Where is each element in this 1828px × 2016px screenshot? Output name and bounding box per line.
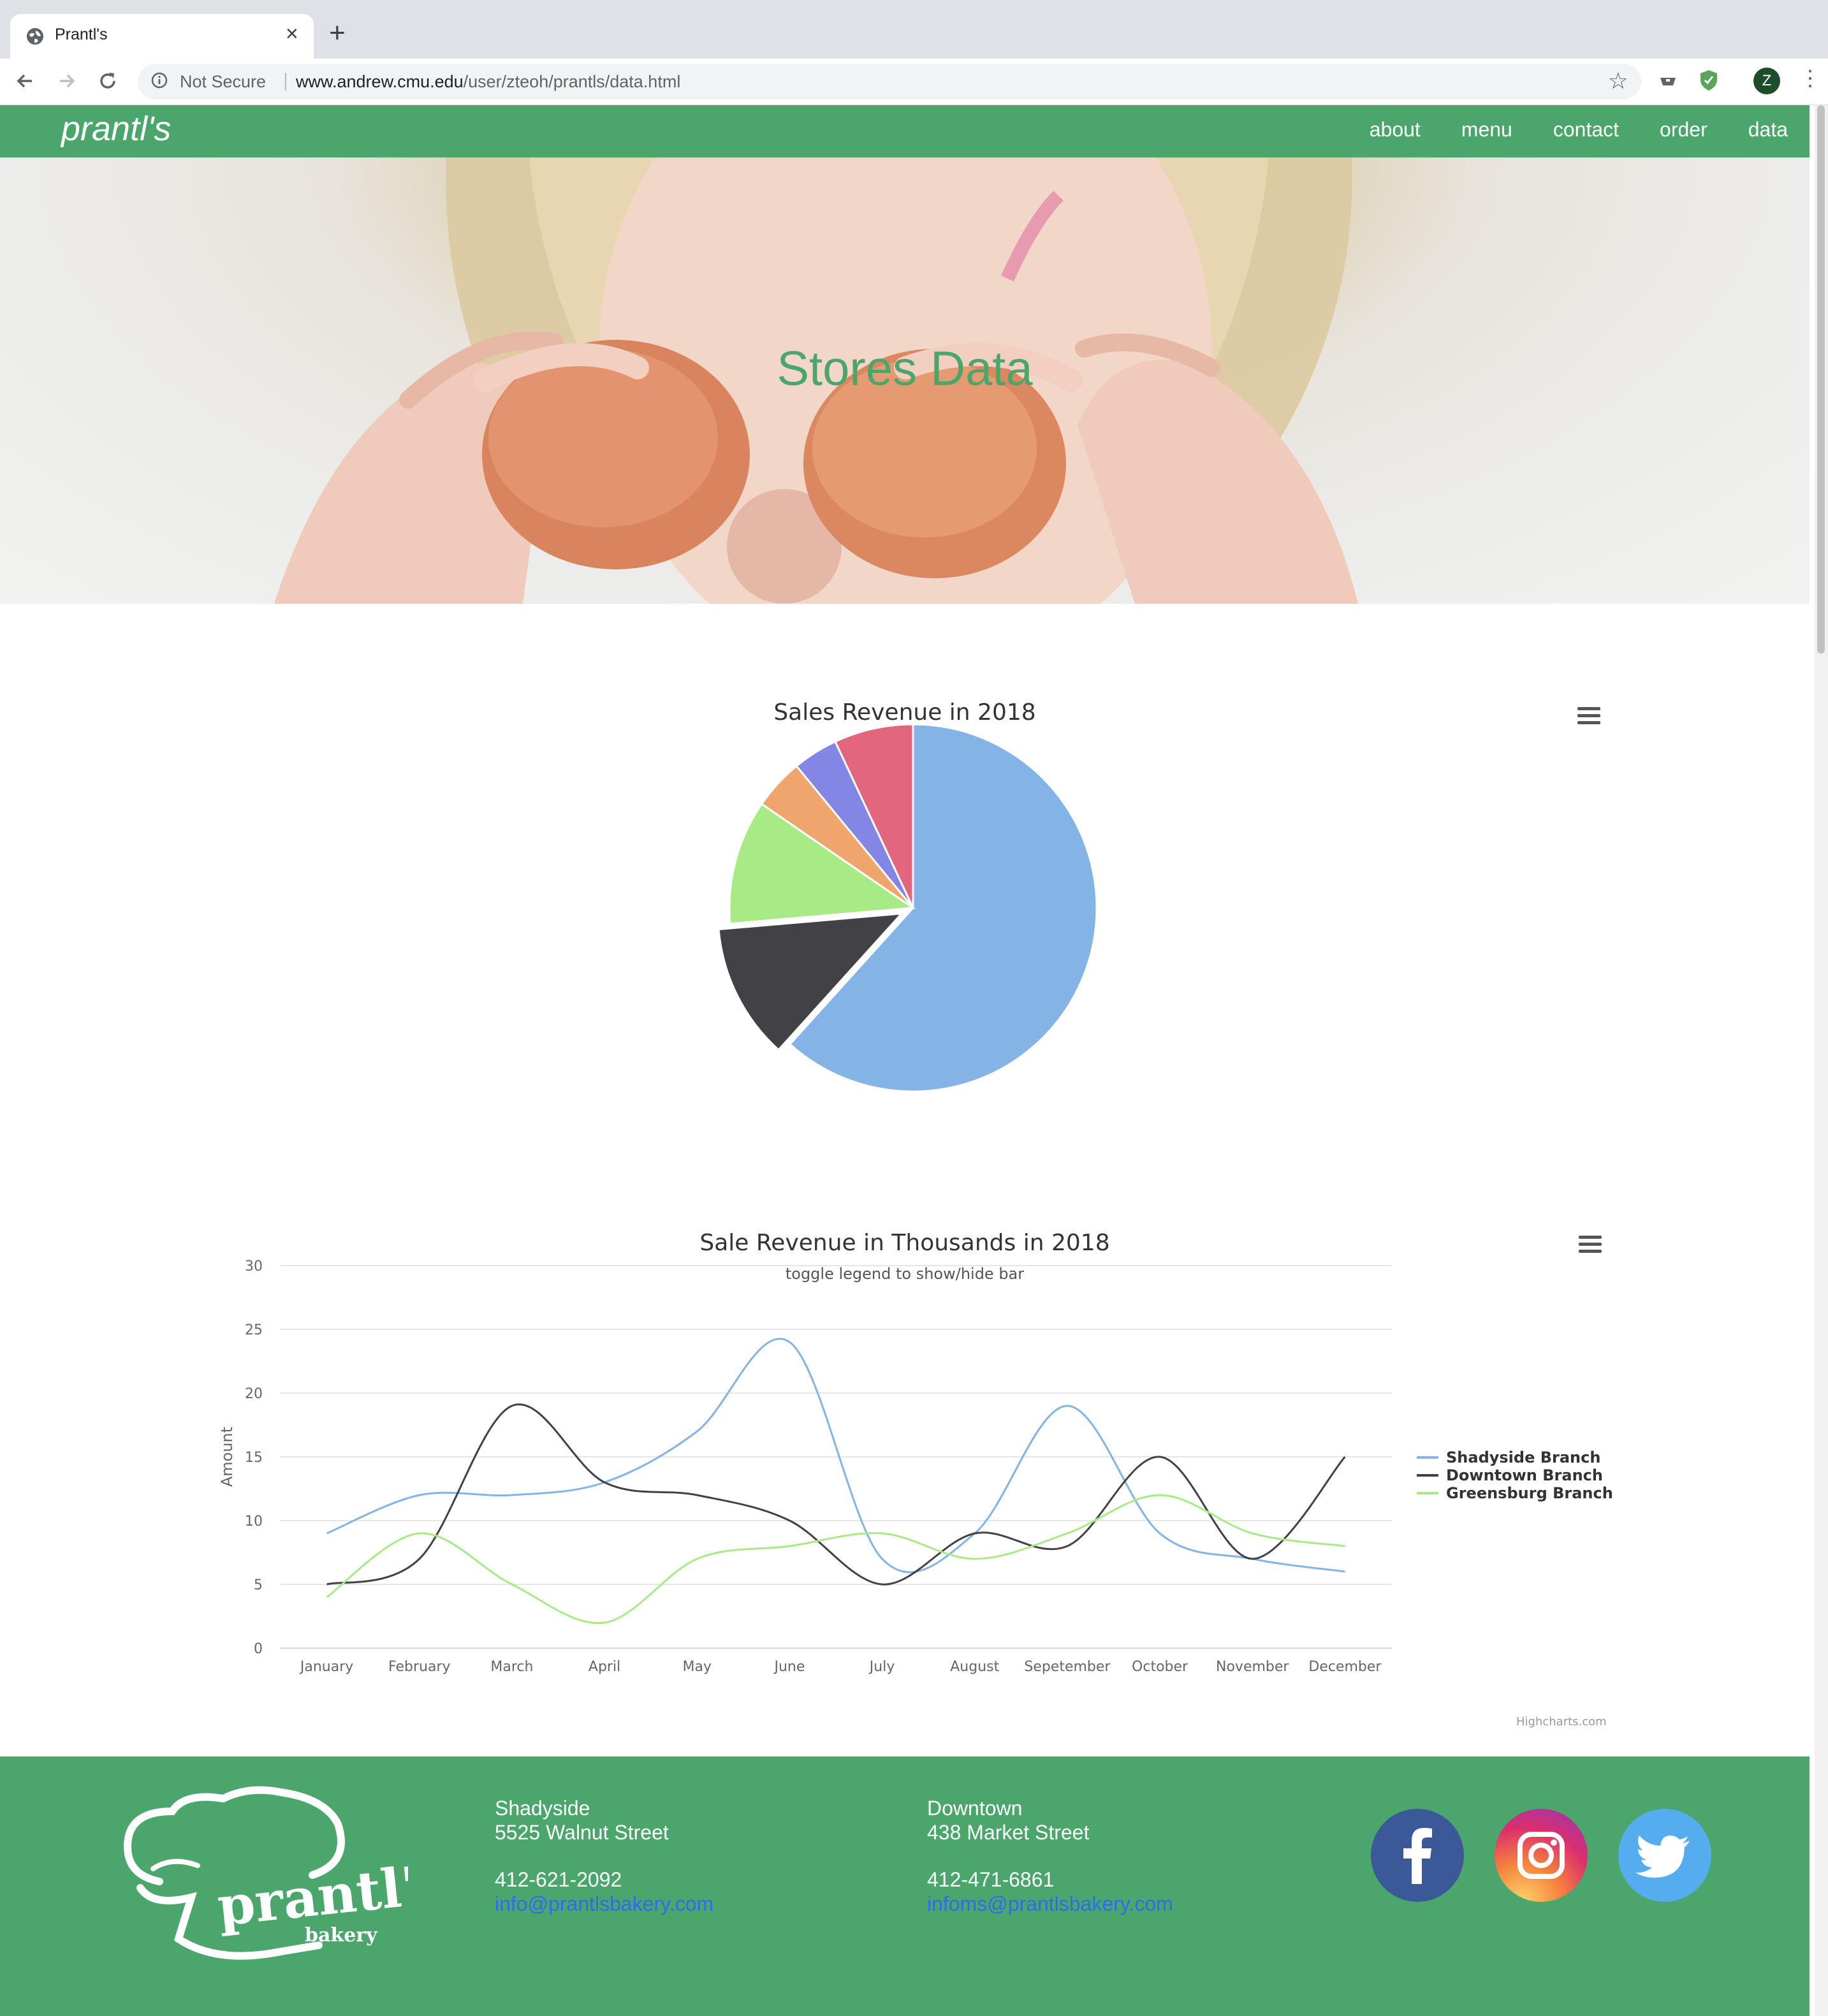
hero-title: Stores Data [777,342,1033,396]
shield-extension-icon[interactable] [1699,69,1719,92]
tab-close-icon[interactable]: × [286,23,298,45]
x-tick-label: May [683,1659,712,1675]
x-tick-label: October [1132,1659,1188,1675]
x-tick-label: January [299,1659,353,1675]
nav-link-menu[interactable]: menu [1461,118,1512,142]
x-tick-label: August [950,1659,999,1675]
nav-link-data[interactable]: data [1748,118,1788,142]
x-tick-label: November [1216,1659,1289,1675]
line-chart-legend: Shadyside Branch Downtown Branch Greensb… [1417,1449,1613,1502]
forward-icon[interactable] [56,70,78,92]
legend-item-greensburg[interactable]: Greensburg Branch [1417,1484,1613,1502]
address-bar[interactable]: Not Secure | www.andrew.cmu.edu/user/zte… [138,64,1641,99]
series-line-2[interactable] [326,1494,1345,1625]
legend-label: Downtown Branch [1446,1466,1603,1484]
url-text[interactable]: www.andrew.cmu.edu/user/zteoh/prantls/da… [296,72,680,92]
footer-location-downtown: Downtown 438 Market Street 412-471-6861 … [927,1796,1173,1916]
twitter-icon[interactable] [1618,1809,1711,1902]
y-tick-label: 5 [254,1577,263,1593]
page-scrollbar[interactable] [1815,105,1828,2016]
omnibox-separator: | [283,70,288,91]
location-phone: 412-621-2092 [495,1868,622,1891]
y-tick-label: 10 [245,1514,263,1530]
x-tick-label: Sepetember [1024,1659,1111,1675]
hero-banner: Stores Data [0,157,1810,604]
x-tick-label: December [1308,1659,1382,1675]
new-tab-icon[interactable]: + [329,19,346,47]
x-tick-label: July [868,1659,895,1675]
footer-location-shadyside: Shadyside 5525 Walnut Street 412-621-209… [495,1796,713,1916]
site-nav-links: about menu contact order data [1370,118,1788,142]
x-tick-label: April [589,1659,620,1675]
y-axis-label: Amount [218,1427,236,1487]
nav-link-order[interactable]: order [1660,118,1707,142]
site-navbar: prantl's about menu contact order data [0,105,1810,157]
twitter-glyph [1635,1836,1690,1878]
scrollbar-thumb[interactable] [1817,105,1825,654]
globe-icon [27,28,43,45]
location-email-link[interactable]: infoms@prantlsbakery.com [927,1892,1173,1916]
nav-link-about[interactable]: about [1370,118,1421,142]
facebook-icon[interactable] [1371,1809,1464,1902]
location-email-link[interactable]: info@prantlsbakery.com [495,1892,713,1916]
extension-icon[interactable] [1658,71,1678,92]
browser-toolbar: Not Secure | www.andrew.cmu.edu/user/zte… [0,59,1828,105]
footer-logo: prantl's bakery [123,1786,408,1960]
facebook-glyph [1403,1828,1432,1884]
site-footer: prantl's bakery Shadyside 5525 Walnut St… [0,1757,1810,2016]
profile-avatar[interactable]: Z [1753,68,1780,94]
y-tick-label: 0 [254,1641,263,1657]
back-icon[interactable] [14,70,36,92]
bookmark-star-icon[interactable]: ☆ [1608,68,1628,94]
url-host: www.andrew.cmu.edu [296,72,464,91]
instagram-glyph [1517,1832,1565,1879]
y-tick-label: 15 [245,1450,263,1466]
legend-label: Shadyside Branch [1446,1449,1601,1466]
info-icon[interactable] [150,71,168,89]
legend-item-shadyside[interactable]: Shadyside Branch [1417,1449,1613,1466]
nav-link-contact[interactable]: contact [1553,118,1619,142]
tab-title: Prantl's [55,26,108,43]
x-tick-label: June [773,1659,805,1675]
location-name: Downtown [927,1797,1023,1820]
browser-menu-icon[interactable]: ⋮ [1799,68,1821,89]
browser-tab[interactable]: Prantl's × [10,14,314,59]
url-path: /user/zteoh/prantls/data.html [463,72,681,91]
security-label: Not Secure [180,72,267,91]
instagram-icon[interactable] [1495,1809,1588,1902]
y-tick-label: 20 [245,1386,263,1402]
highcharts-credits[interactable]: Highcharts.com [1516,1715,1607,1728]
y-tick-label: 25 [245,1322,263,1338]
site-brand[interactable]: prantl's [61,109,171,149]
legend-swatch [1417,1456,1438,1459]
legend-swatch [1417,1492,1438,1494]
x-tick-label: February [388,1659,451,1675]
location-phone: 412-471-6861 [927,1868,1055,1891]
pie-chart [717,723,1098,1093]
legend-swatch [1417,1474,1438,1477]
svg-text:bakery: bakery [305,1924,378,1947]
location-street: 5525 Walnut Street [495,1821,669,1844]
legend-item-downtown[interactable]: Downtown Branch [1417,1466,1613,1484]
reload-icon[interactable] [97,70,119,92]
charts-section: Sales Revenue in 2018 Sale Revenue in Th… [0,604,1810,1757]
y-tick-label: 30 [245,1259,263,1275]
location-name: Shadyside [495,1797,590,1820]
location-street: 438 Market Street [927,1821,1090,1844]
x-tick-label: March [490,1659,533,1675]
browser-tabstrip: Prantl's × + [0,0,1828,59]
legend-label: Greensburg Branch [1446,1484,1613,1502]
